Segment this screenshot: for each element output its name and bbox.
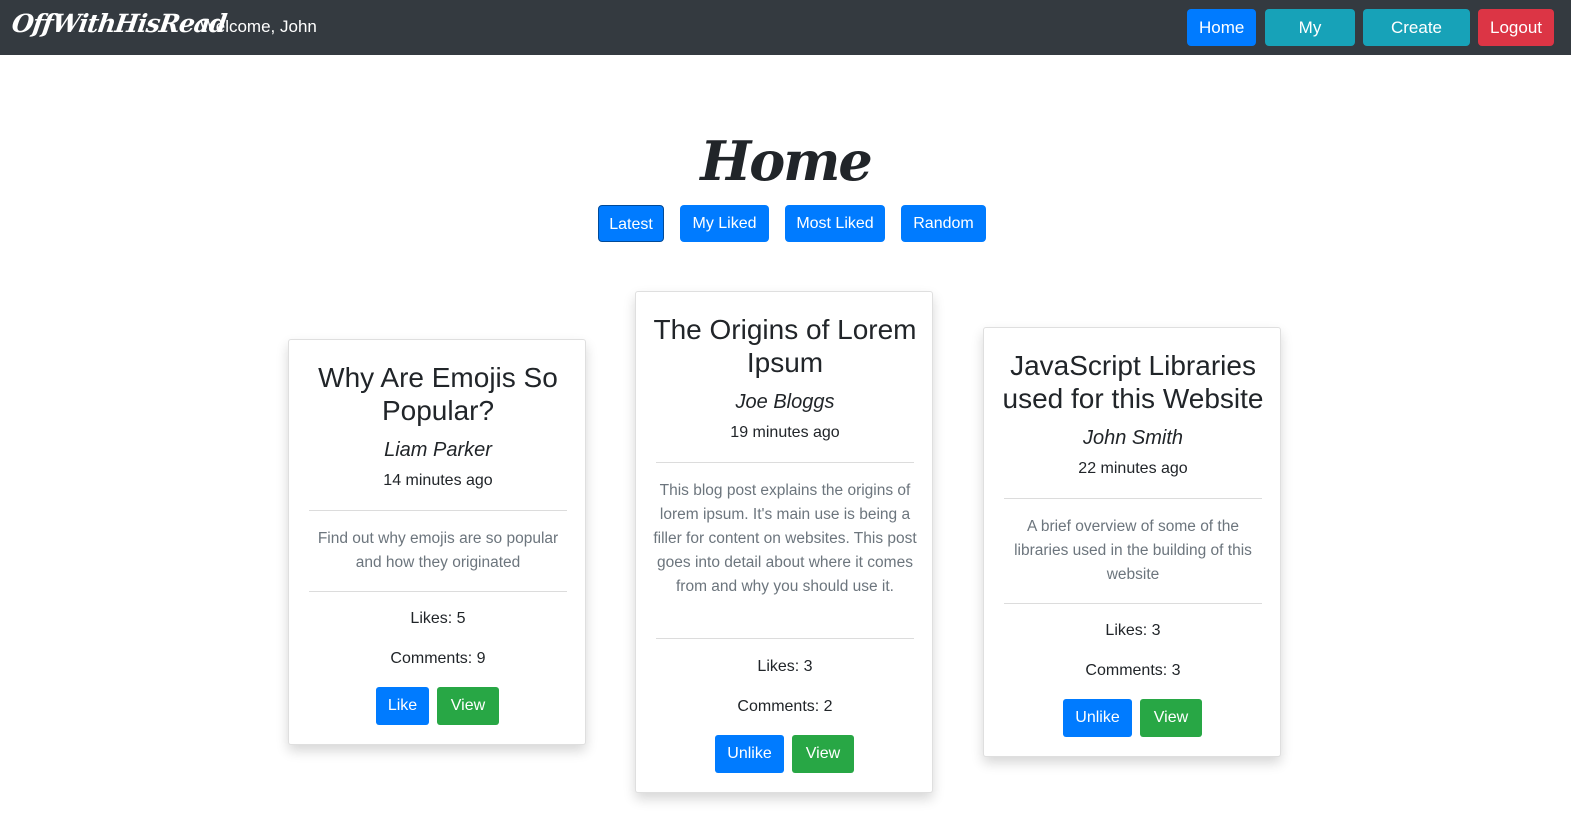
blog-card: Why Are Emojis So Popular? Liam Parker 1… [288,339,586,745]
blog-card-likes: Likes: 3 [757,658,813,675]
view-button[interactable]: View [1140,699,1202,737]
blog-card-title: JavaScript Libraries used for this Websi… [1002,350,1264,414]
unlike-button[interactable]: Unlike [1063,699,1132,737]
blog-card-likes: Likes: 5 [410,610,466,627]
filter-random-button[interactable]: Random [901,205,986,242]
blog-card-time: 14 minutes ago [383,472,493,489]
blog-card: JavaScript Libraries used for this Websi… [983,327,1281,757]
nav-my-blogs-button[interactable]: My Blogs [1265,9,1355,74]
like-button[interactable]: Like [376,687,429,725]
blog-card-time: 22 minutes ago [1078,460,1188,477]
welcome-text: Welcome, John [200,17,317,36]
divider [309,591,567,592]
view-button[interactable]: View [437,687,499,725]
blog-card-author: Liam Parker [384,439,492,461]
blog-card-time: 19 minutes ago [730,424,840,441]
blog-card-description: This blog post explains the origins of l… [653,482,917,595]
blog-card-comments: Comments: 9 [390,650,486,667]
blog-card-likes: Likes: 3 [1105,622,1161,639]
unlike-button[interactable]: Unlike [715,735,784,773]
filter-latest-button[interactable]: Latest [598,205,664,242]
blog-card-author: Joe Bloggs [735,391,835,413]
divider [1004,498,1262,499]
filter-most-liked-button[interactable]: Most Liked [785,205,885,242]
blog-card-title: The Origins of Lorem Ipsum [653,314,917,378]
divider [309,510,567,511]
nav-create-blog-button[interactable]: Create Blog [1363,9,1470,74]
nav-home-button[interactable]: Home [1187,9,1256,46]
blog-card-description: Find out why emojis are so popular and h… [317,530,559,571]
page-title: Home [700,129,873,193]
blog-card-comments: Comments: 3 [1085,662,1181,679]
navbar: OffWithHisRead Welcome, John Home My Blo… [0,0,1571,74]
divider [656,462,914,463]
blog-card-comments: Comments: 2 [737,698,833,715]
filter-my-liked-button[interactable]: My Liked [680,205,769,242]
blog-card-title: Why Are Emojis So Popular? [318,362,558,426]
blog-card-description: A brief overview of some of the librarie… [1014,518,1252,583]
view-button[interactable]: View [792,735,854,773]
nav-logout-button[interactable]: Logout [1478,9,1554,46]
blog-card-author: John Smith [1082,427,1184,449]
divider [656,638,914,639]
divider [1004,603,1262,604]
blog-card: The Origins of Lorem Ipsum Joe Bloggs 19… [635,291,933,793]
brand-logo[interactable]: OffWithHisRead [9,6,228,42]
